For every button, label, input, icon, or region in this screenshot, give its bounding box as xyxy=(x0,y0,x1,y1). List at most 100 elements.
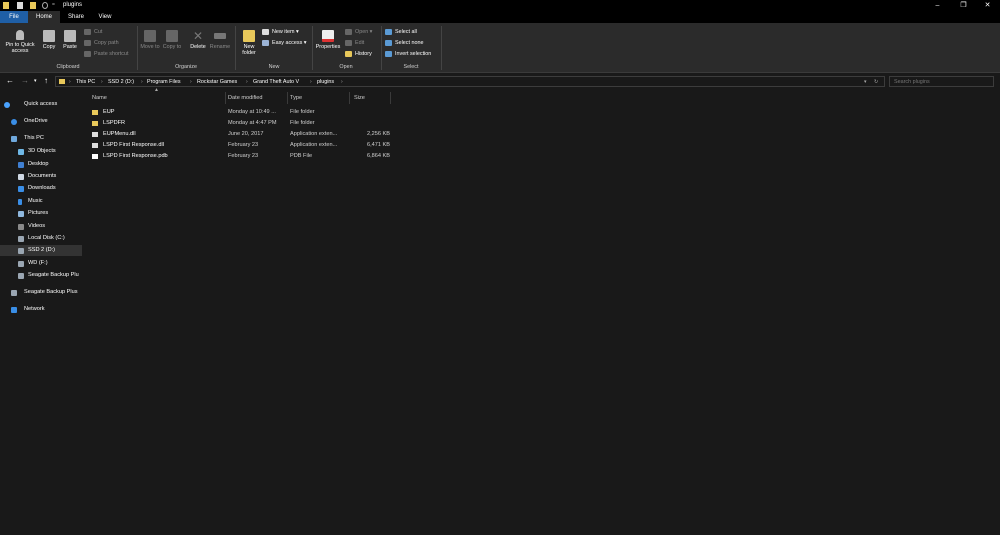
forward-icon[interactable]: → xyxy=(21,76,29,86)
crumb-rockstar-games[interactable]: Rockstar Games xyxy=(197,78,237,86)
paste-shortcut-button[interactable]: Paste shortcut xyxy=(84,50,128,58)
properties-icon[interactable] xyxy=(17,2,23,9)
sidebar-item-label: Downloads xyxy=(28,185,56,191)
new-item-button[interactable]: New item ▾ xyxy=(262,28,299,36)
delete-button[interactable]: ✕ Delete xyxy=(187,30,209,50)
search-box[interactable] xyxy=(889,76,994,87)
chevron-right-icon[interactable]: › xyxy=(141,78,143,86)
sidebar-item-3d-objects[interactable]: 3D Objects xyxy=(0,146,84,157)
sidebar-item-wd-f[interactable]: WD (F:) xyxy=(0,258,84,269)
crumb-gta-v[interactable]: Grand Theft Auto V xyxy=(253,78,299,86)
select-none-button[interactable]: Select none xyxy=(385,39,423,47)
edit-button[interactable]: Edit xyxy=(345,39,364,47)
chevron-right-icon[interactable]: › xyxy=(341,78,343,86)
sidebar-item-network[interactable]: Network xyxy=(0,304,84,315)
table-row[interactable]: LSPD First Response.dll February 23 Appl… xyxy=(90,140,390,151)
rename-button[interactable]: Rename xyxy=(209,30,231,50)
star-icon xyxy=(4,102,10,108)
sidebar-item-ssd2-d[interactable]: SSD 2 (D:) xyxy=(0,245,82,256)
sidebar-item-label: Local Disk (C:) xyxy=(28,235,65,241)
customize-toolbar-icon[interactable]: = xyxy=(52,2,56,9)
cut-button[interactable]: Cut xyxy=(84,28,102,36)
refresh-icon[interactable]: ↻ xyxy=(874,78,878,86)
history-icon xyxy=(345,51,352,57)
sidebar-item-label: Desktop xyxy=(28,161,49,167)
history-button[interactable]: History xyxy=(345,50,372,58)
new-folder-icon[interactable] xyxy=(30,2,36,9)
sidebar-item-documents[interactable]: Documents xyxy=(0,171,84,182)
column-header-size[interactable]: Size xyxy=(354,92,390,104)
paste-shortcut-label: Paste shortcut xyxy=(94,51,129,57)
easy-access-button[interactable]: Easy access ▾ xyxy=(262,39,306,47)
sidebar-item-seagate-backup-plus[interactable]: Seagate Backup Plus xyxy=(0,287,84,298)
address-box[interactable]: › This PC › SSD 2 (D:) › Program Files ›… xyxy=(55,76,885,87)
cut-label: Cut xyxy=(94,29,103,35)
back-icon[interactable]: ← xyxy=(6,76,14,86)
up-icon[interactable]: ↑ xyxy=(44,76,48,86)
sidebar-item-videos[interactable]: Videos xyxy=(0,221,84,232)
chevron-right-icon[interactable]: › xyxy=(190,78,192,86)
pin-quick-access-button[interactable]: Pin to Quick access xyxy=(2,30,38,54)
properties-button[interactable]: Properties xyxy=(314,30,342,50)
column-divider[interactable] xyxy=(390,92,391,104)
chevron-right-icon[interactable]: › xyxy=(310,78,312,86)
paste-button[interactable]: Paste xyxy=(60,30,80,50)
copy-button[interactable]: Copy xyxy=(39,30,59,50)
move-to-button[interactable]: Move to xyxy=(140,30,160,50)
column-header-name[interactable]: Name xyxy=(92,92,224,104)
close-button[interactable]: ✕ xyxy=(975,0,1000,11)
column-header-date[interactable]: Date modified xyxy=(228,92,286,104)
sidebar-item-pictures[interactable]: Pictures xyxy=(0,208,84,219)
folder-icon xyxy=(3,2,9,9)
sidebar-item-music[interactable]: Music xyxy=(0,196,84,207)
column-divider[interactable] xyxy=(287,92,288,104)
copy-path-button[interactable]: Copy path xyxy=(84,39,119,47)
rename-icon xyxy=(214,33,226,39)
clipboard-group-label: Clipboard xyxy=(56,64,80,70)
file-size: 6,471 KB xyxy=(366,142,390,148)
column-header-type[interactable]: Type xyxy=(290,92,348,104)
search-input[interactable] xyxy=(890,77,993,86)
tab-home[interactable]: Home xyxy=(28,11,60,23)
chevron-right-icon[interactable]: › xyxy=(101,78,103,86)
copy-to-button[interactable]: Copy to xyxy=(162,30,182,50)
chevron-right-icon[interactable]: › xyxy=(246,78,248,86)
undo-icon[interactable] xyxy=(42,2,48,9)
crumb-plugins[interactable]: plugins xyxy=(317,78,334,86)
dll-file-icon xyxy=(92,143,98,148)
tab-share[interactable]: Share xyxy=(62,11,90,23)
select-group-label: Select xyxy=(403,64,419,70)
paste-shortcut-icon xyxy=(84,51,91,57)
sidebar-item-downloads[interactable]: Downloads xyxy=(0,183,84,194)
invert-selection-button[interactable]: Invert selection xyxy=(385,50,431,58)
sidebar-item-onedrive[interactable]: OneDrive xyxy=(0,116,84,127)
open-group-label: Open xyxy=(339,64,353,70)
sidebar-item-this-pc[interactable]: This PC xyxy=(0,133,84,144)
sidebar-item-desktop[interactable]: Desktop xyxy=(0,159,84,170)
sidebar-item-seagate-backup[interactable]: Seagate Backup Plu xyxy=(0,270,84,281)
file-size: 2,256 KB xyxy=(366,131,390,137)
crumb-this-pc[interactable]: This PC xyxy=(76,78,95,86)
new-folder-button[interactable]: New folder xyxy=(238,30,260,56)
recent-locations-icon[interactable]: ▾ xyxy=(34,76,37,86)
open-button[interactable]: Open ▾ xyxy=(345,28,372,36)
crumb-program-files[interactable]: Program Files xyxy=(147,78,181,86)
table-row[interactable]: LSPD First Response.pdb February 23 PDB … xyxy=(90,151,390,162)
sidebar-item-local-disk-c[interactable]: Local Disk (C:) xyxy=(0,233,84,244)
pin-label: Pin to Quick access xyxy=(5,42,35,54)
chevron-right-icon[interactable]: › xyxy=(69,78,71,86)
table-row[interactable]: LSPDFR Monday at 4:47 PM File folder xyxy=(90,118,390,129)
address-dropdown-icon[interactable]: ▾ xyxy=(864,78,867,86)
sidebar-item-quick-access[interactable]: Quick access xyxy=(0,99,84,110)
table-row[interactable]: EUP Monday at 10:49 ... File folder xyxy=(90,107,390,118)
tab-file[interactable]: File xyxy=(0,11,28,23)
tab-view[interactable]: View xyxy=(92,11,118,23)
open-icon xyxy=(345,29,352,35)
column-divider[interactable] xyxy=(225,92,226,104)
column-divider[interactable] xyxy=(349,92,350,104)
crumb-ssd2[interactable]: SSD 2 (D:) xyxy=(108,78,134,86)
table-row[interactable]: EUPMenu.dll June 20, 2017 Application ex… xyxy=(90,129,390,140)
minimize-button[interactable]: – xyxy=(925,0,950,11)
select-all-button[interactable]: Select all xyxy=(385,28,417,36)
maximize-button[interactable]: ❐ xyxy=(951,0,976,11)
